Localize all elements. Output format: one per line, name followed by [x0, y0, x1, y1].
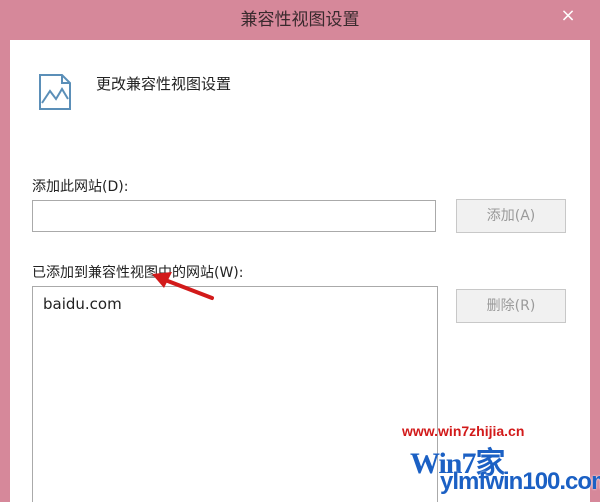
compatibility-page-icon: [39, 74, 71, 110]
title-bar: 兼容性视图设置 ×: [0, 0, 600, 40]
watermark-domain: ylmfwin100.com: [440, 468, 600, 495]
header-text: 更改兼容性视图设置: [96, 75, 232, 93]
add-button[interactable]: 添加(A): [456, 199, 566, 233]
list-item[interactable]: baidu.com: [43, 295, 122, 313]
add-site-label: 添加此网站(D):: [32, 179, 129, 195]
window-title: 兼容性视图设置: [240, 10, 360, 30]
red-arrow-annotation: [152, 272, 214, 300]
add-site-input[interactable]: [32, 200, 436, 232]
watermark-url: www.win7zhijia.cn: [402, 423, 525, 439]
remove-button[interactable]: 删除(R): [456, 289, 566, 323]
site-list[interactable]: baidu.com: [32, 286, 438, 502]
close-button[interactable]: ×: [550, 4, 586, 28]
